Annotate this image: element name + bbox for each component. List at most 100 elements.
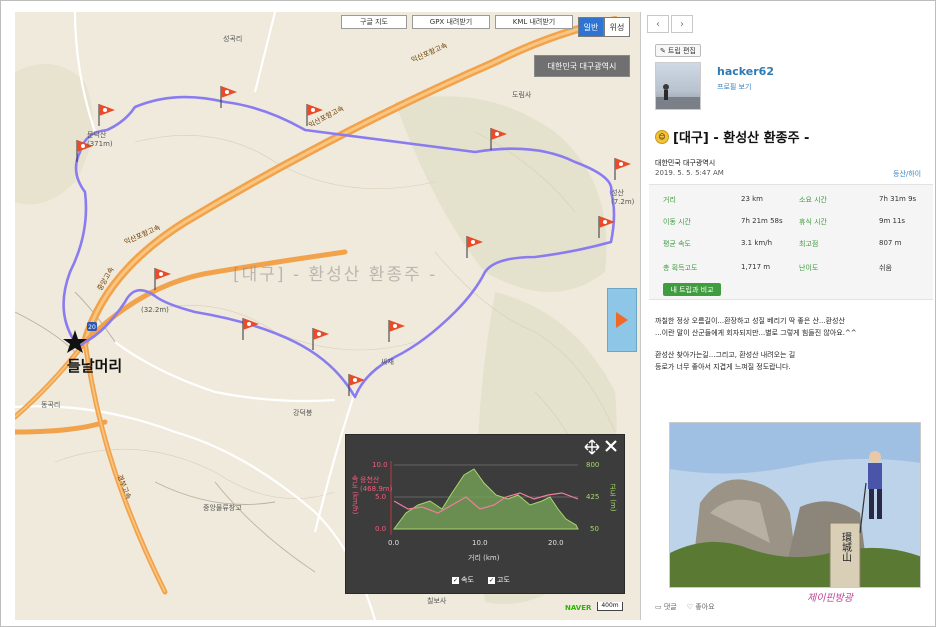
gpx-download-button[interactable]: GPX 내려받기 [412,15,490,29]
next-button[interactable]: › [671,15,693,33]
speed-tick: 5.0 [375,493,387,501]
chevron-left-icon: ‹ [656,18,660,30]
place-label: (32.2m) [141,306,169,314]
altitude-tick: 800 [586,461,600,469]
avatar-photo [656,84,700,109]
altitude-area [393,468,579,530]
stat-label: 이동 시간 [663,218,691,226]
place-label: 성산 (7.2m) [611,189,635,206]
speed-axis-label: 속도 (km/h) [351,475,359,515]
place-label: 중앙물류창고 [203,504,242,512]
google-map-button[interactable]: 구글 지도 [341,15,407,29]
stat-value: 7h 21m 58s [741,217,783,225]
profile-link[interactable]: 프로필 보기 [717,82,751,92]
trip-title: ☺ [대구] - 환성산 환종주 - [655,127,809,146]
speed-tick: 0.0 [375,525,387,533]
move-icon[interactable] [584,439,600,455]
place-label: 싸재 [381,358,394,366]
play-arrow-icon [616,312,628,328]
post-actions: ▭ 댓글 ♡ 좋아요 [655,602,715,612]
stat-value: 807 m [879,239,902,247]
distance-tick: 0.0 [388,539,400,547]
trip-region: 대한민국 대구광역시 [655,159,716,167]
speed-tick: 10.0 [372,461,388,469]
map-scale: 400m [597,602,623,611]
stat-label: 평균 속도 [663,240,691,248]
heart-icon: ♡ [686,603,694,611]
trip-edit-button[interactable]: ✎ 트립 편집 [655,44,701,57]
panel-toggle-button[interactable] [607,288,637,352]
elevation-chart-panel[interactable]: 10.0 5.0 0.0 800 425 50 0.0 10.0 20.0 거리… [345,434,625,594]
stat-value: 9m 11s [879,217,906,225]
map-type-normal-button[interactable]: 일반 [578,17,604,37]
username[interactable]: hacker62 [717,65,774,78]
edit-label: 트립 편집 [667,46,696,55]
stat-value: 3.1 km/h [741,239,773,247]
checkbox-label: 속도 [461,576,474,584]
speed-checkbox[interactable]: ✓ 속도 [452,575,474,585]
distance-tick: 10.0 [472,539,488,547]
place-label: 성곡리 [223,35,243,43]
description-line: 등로가 너무 좋아서 지겹게 느껴질 정도랍니다. [655,363,791,371]
summit-sign-text: 環城山 [840,532,852,562]
region-label: 대한민국 대구광역시 [534,55,630,77]
stat-value: 쉬움 [879,264,892,272]
place-label: 칠보사 [427,597,447,605]
place-label: 강덕봉 [293,409,313,417]
trip-photo[interactable]: 環城山 [669,422,921,588]
summit-photo: 環城山 [670,423,920,587]
start-star-icon [63,330,87,353]
place-label: 동곡리 [41,401,61,409]
pencil-icon: ✎ [660,46,666,55]
stat-value: 23 km [741,195,764,203]
svg-text:20: 20 [88,324,96,331]
altitude-tick: 50 [590,525,599,533]
altitude-tick: 425 [586,493,600,501]
blog-logo: 제이핀방광 [807,593,853,604]
description-line: 까칠한 정상 오름길이...환장하고 성질 베리기 딱 좋은 산...환성산 [655,317,845,325]
like-label: 좋아요 [695,603,715,611]
place-label: 도림사 [512,91,532,99]
distance-tick: 20.0 [548,539,564,547]
trip-map[interactable]: 20 구글 지도 GPX 내려받기 KML 내려받기 일반 위성 대한민국 대구… [15,12,641,620]
map-watermark: [대구] - 환성산 환종주 - [233,265,438,285]
stat-label: 소요 시간 [799,196,827,204]
compare-trip-button[interactable]: 내 트립과 비교 [663,283,721,296]
trip-date: 2019. 5. 5. 5:47 AM [655,169,724,177]
description-line: ...이란 말이 산군들에게 회자되지만...별로 그렇게 힘들진 않아요.^^ [655,329,857,337]
stat-label: 휴식 시간 [799,218,827,226]
avatar[interactable] [655,62,701,110]
activity-type[interactable]: 등산/하이 [893,169,921,179]
close-icon[interactable] [604,439,618,453]
smile-icon: ☺ [655,129,669,144]
altitude-axis-label: 고도 (m) [609,483,617,512]
start-point-label: 들날머리 [67,357,123,375]
altitude-checkbox[interactable]: ✓ 고도 [488,575,510,585]
trip-stats: 거리 23 km 소요 시간 7h 31m 9s 이동 시간 7h 21m 58… [649,184,933,300]
naver-logo: NAVER [565,604,592,612]
peak-label: 응천산 (468.9m) [360,476,393,493]
stat-value: 1,717 m [741,263,771,271]
distance-axis-label: 거리 (km) [468,554,500,562]
like-button[interactable]: ♡ 좋아요 [687,602,715,612]
comment-button[interactable]: ▭ 댓글 [655,602,677,612]
description-line: 환성산 찾아가는길...그리고, 환성산 내려오는 길 [655,351,796,359]
kml-download-button[interactable]: KML 내려받기 [495,15,573,29]
stat-label: 거리 [663,196,676,204]
prev-button[interactable]: ‹ [647,15,669,33]
comment-label: 댓글 [663,603,677,611]
stat-label: 총 획득고도 [663,264,698,272]
stat-label: 최고점 [799,240,819,248]
checkbox-label: 고도 [497,576,510,584]
comment-icon: ▭ [655,603,662,611]
stat-value: 7h 31m 9s [879,195,917,203]
checkmark-icon: ✓ [488,576,495,584]
elevation-chart [390,461,579,535]
checkmark-icon: ✓ [452,576,459,584]
chevron-right-icon: › [680,18,684,30]
map-type-satellite-button[interactable]: 위성 [604,17,630,37]
trip-info-panel: ‹ › ✎ 트립 편집 hacker62 프로필 보기 ☺ [대구] - 환성산 환… [645,12,933,620]
trip-title-text: [대구] - 환성산 환종주 - [673,131,810,146]
stat-label: 난이도 [799,264,819,272]
app-window: 20 구글 지도 GPX 내려받기 KML 내려받기 일반 위성 대한민국 대구… [0,0,936,627]
